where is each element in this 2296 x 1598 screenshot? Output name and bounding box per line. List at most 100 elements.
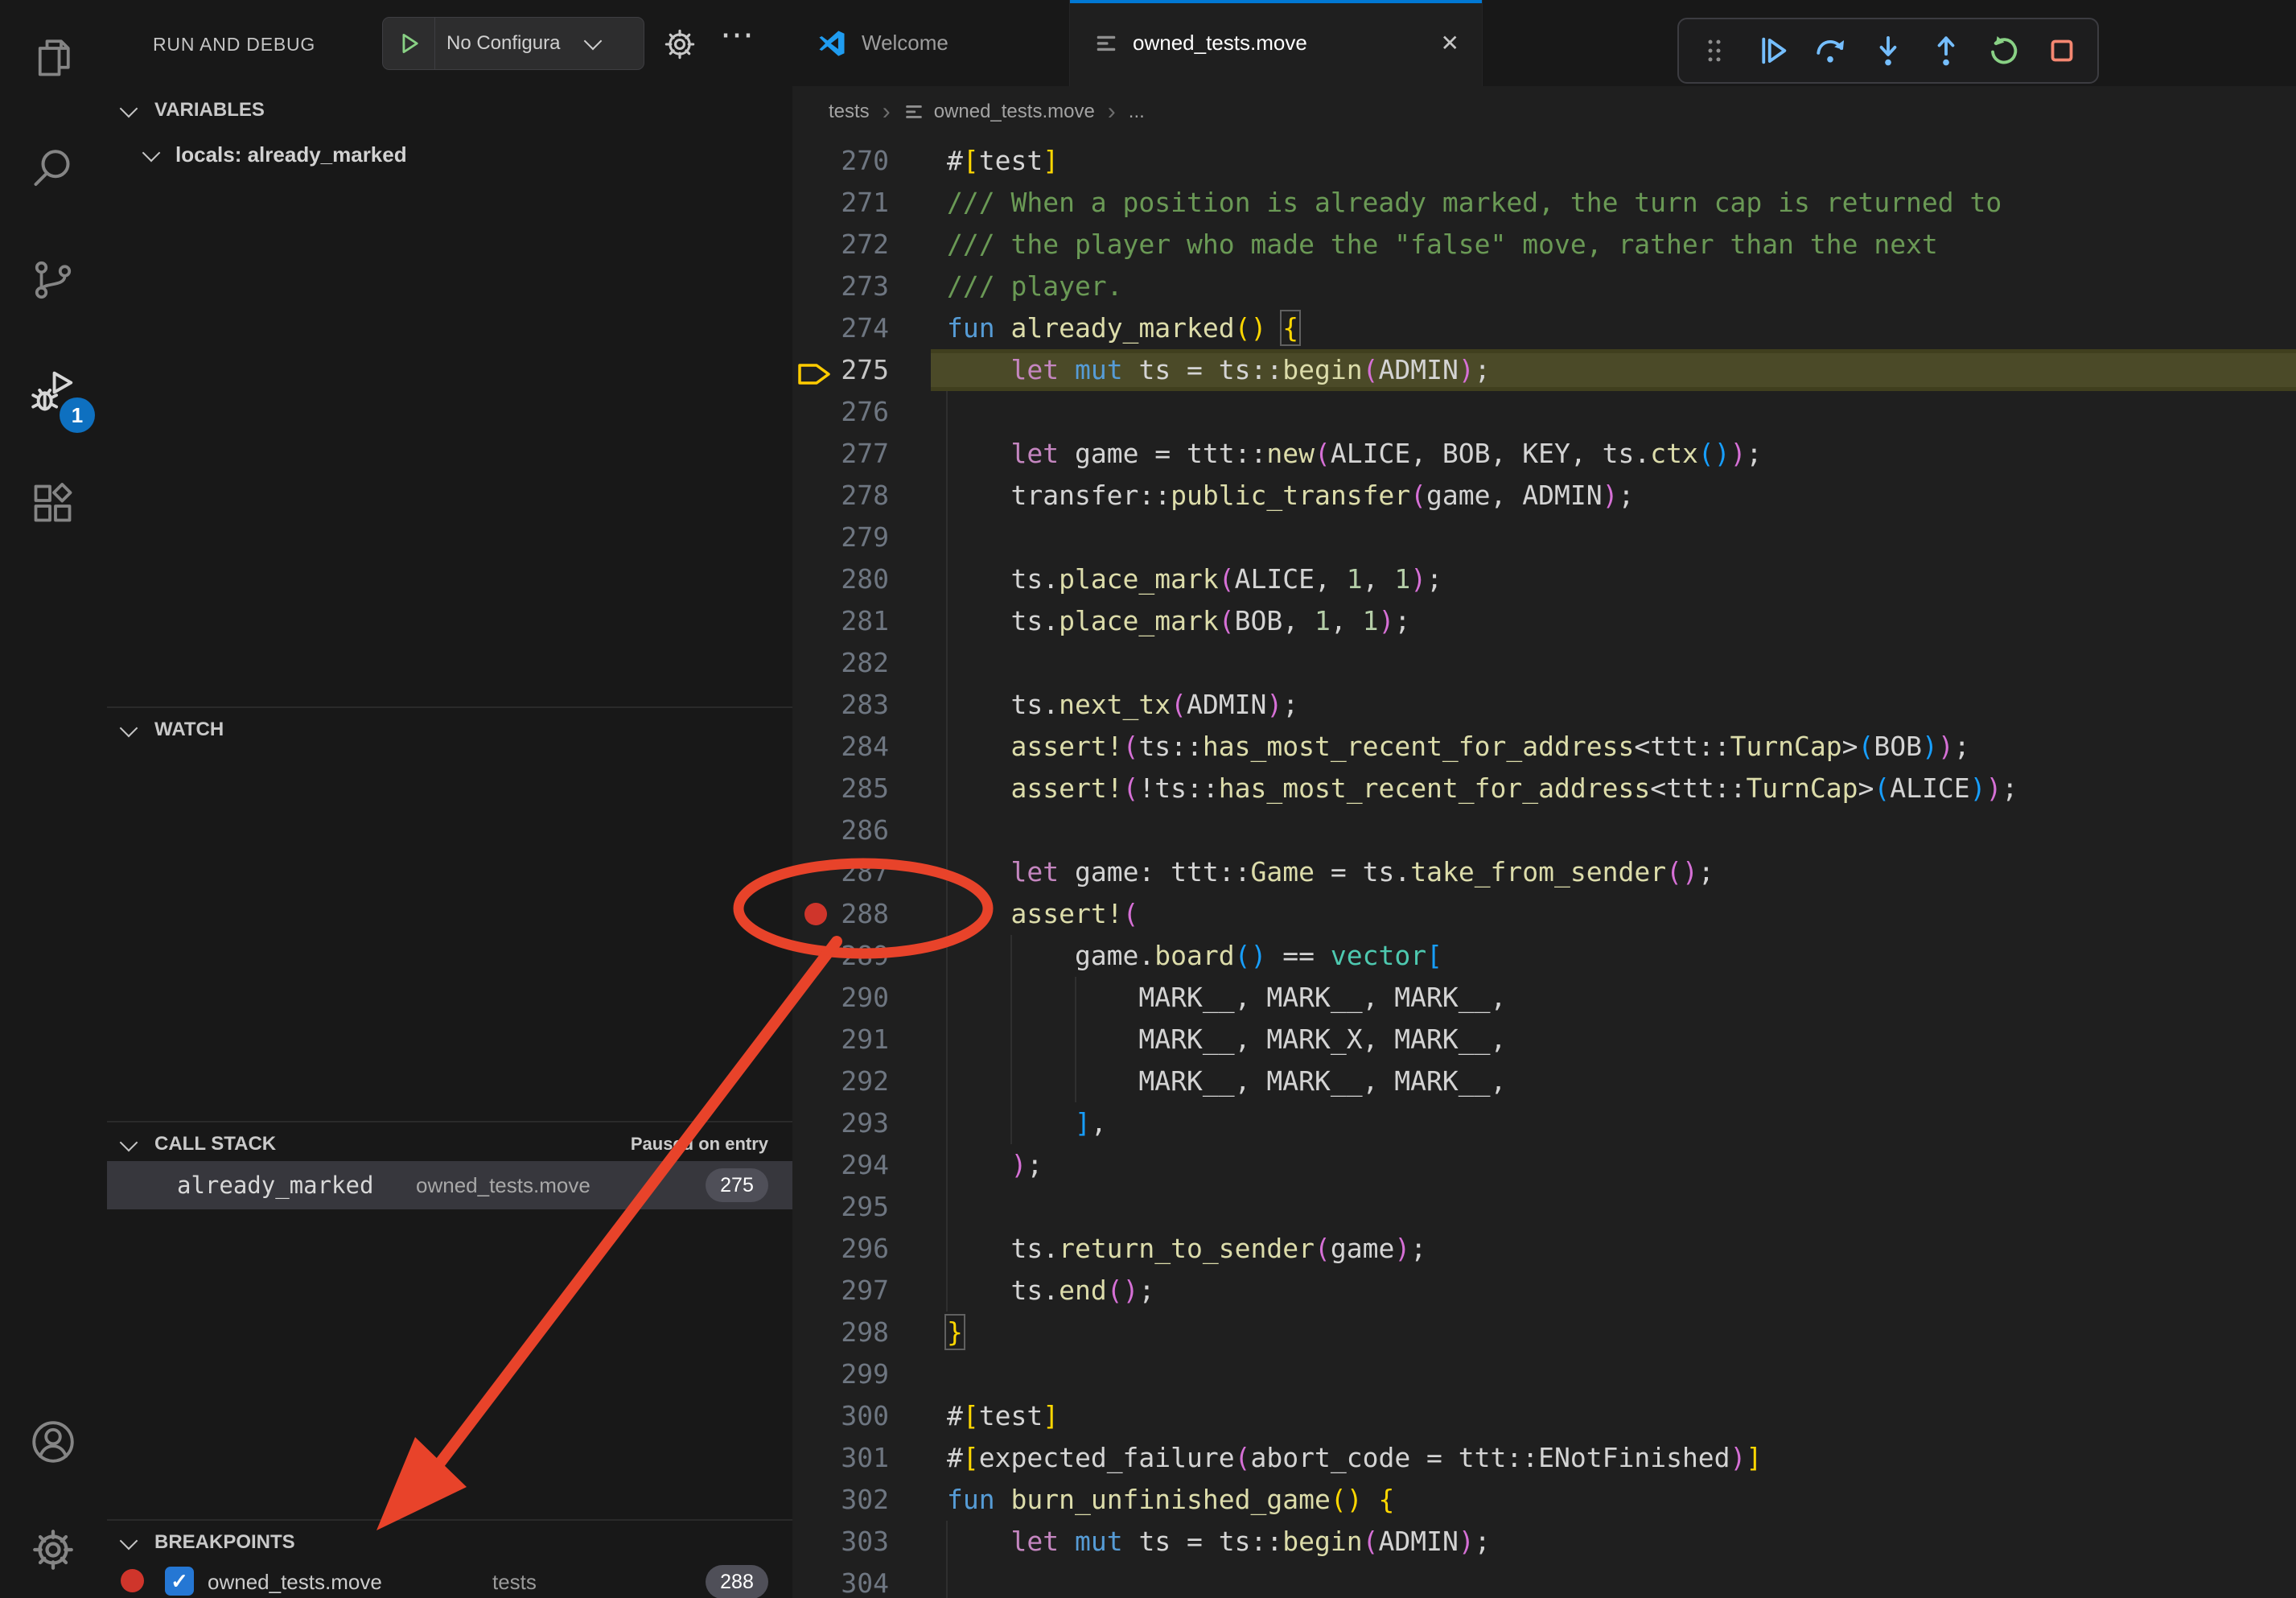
breakpoint-dot-icon[interactable] [804,903,827,925]
code-line-282[interactable]: 282 [792,642,2296,684]
continue-icon[interactable] [1747,26,1797,76]
debug-settings-gear-icon[interactable] [662,27,697,62]
line-number[interactable]: 282 [792,642,889,684]
code-line-283[interactable]: 283 ts.next_tx(ADMIN); [792,684,2296,726]
line-number[interactable]: 290 [792,977,889,1019]
code-line-274[interactable]: 274fun already_marked() { [792,307,2296,349]
line-number[interactable]: 291 [792,1019,889,1061]
line-number[interactable]: 280 [792,558,889,600]
code-line-275[interactable]: 275 let mut ts = ts::begin(ADMIN); [792,349,2296,391]
code-line-299[interactable]: 299 [792,1353,2296,1395]
code-line-295[interactable]: 295 [792,1186,2296,1228]
line-number[interactable]: 297 [792,1270,889,1312]
code-line-294[interactable]: 294 ); [792,1144,2296,1186]
code-line-290[interactable]: 290 MARK__, MARK__, MARK__, [792,977,2296,1019]
line-number[interactable]: 300 [792,1395,889,1437]
line-number[interactable]: 286 [792,809,889,851]
code-line-292[interactable]: 292 MARK__, MARK__, MARK__, [792,1061,2296,1102]
line-number[interactable]: 296 [792,1228,889,1270]
code-line-286[interactable]: 286 [792,809,2296,851]
tab-welcome[interactable]: Welcome [792,0,1070,86]
line-number[interactable]: 284 [792,726,889,768]
line-number[interactable]: 272 [792,224,889,266]
code-line-296[interactable]: 296 ts.return_to_sender(game); [792,1228,2296,1270]
line-number[interactable]: 304 [792,1563,889,1598]
code-line-279[interactable]: 279 [792,517,2296,558]
code-line-289[interactable]: 289 game.board() == vector[ [792,935,2296,977]
toolbar-drag-grip[interactable] [1689,26,1739,76]
account-icon[interactable] [0,1400,106,1484]
code-line-277[interactable]: 277 let game = ttt::new(ALICE, BOB, KEY,… [792,433,2296,475]
line-number[interactable]: 274 [792,307,889,349]
source-control-icon[interactable] [0,238,106,322]
step-over-icon[interactable] [1805,26,1855,76]
more-actions-icon[interactable]: ⋯ [720,14,754,54]
code-line-303[interactable]: 303 let mut ts = ts::begin(ADMIN); [792,1521,2296,1563]
breakpoints-section-header[interactable]: BREAKPOINTS [107,1522,792,1563]
line-number[interactable]: 283 [792,684,889,726]
code-line-285[interactable]: 285 assert!(!ts::has_most_recent_for_add… [792,768,2296,809]
code-line-270[interactable]: 270#[test] [792,140,2296,182]
line-number[interactable]: 276 [792,391,889,433]
code-line-272[interactable]: 272/// the player who made the "false" m… [792,224,2296,266]
start-debug-icon[interactable] [396,30,423,57]
code-line-280[interactable]: 280 ts.place_mark(ALICE, 1, 1); [792,558,2296,600]
step-out-icon[interactable] [1921,26,1971,76]
breakpoint-list-item[interactable]: ✓ owned_tests.move tests 288 [107,1559,792,1598]
line-number[interactable]: 289 [792,935,889,977]
line-number[interactable]: 299 [792,1353,889,1395]
code-line-300[interactable]: 300#[test] [792,1395,2296,1437]
watch-section-header[interactable]: WATCH [107,710,792,750]
code-line-293[interactable]: 293 ], [792,1102,2296,1144]
variables-scope-locals[interactable]: locals: already_marked [107,134,792,175]
line-number[interactable]: 293 [792,1102,889,1144]
search-icon[interactable] [0,127,106,211]
code-line-284[interactable]: 284 assert!(ts::has_most_recent_for_addr… [792,726,2296,768]
code-line-304[interactable]: 304 [792,1563,2296,1598]
code-line-302[interactable]: 302fun burn_unfinished_game() { [792,1479,2296,1521]
line-number[interactable]: 295 [792,1186,889,1228]
breakpoint-checkbox[interactable]: ✓ [165,1567,194,1596]
code-line-301[interactable]: 301#[expected_failure(abort_code = ttt::… [792,1437,2296,1479]
extensions-icon[interactable] [0,462,106,546]
line-number[interactable]: 278 [792,475,889,517]
line-number[interactable]: 302 [792,1479,889,1521]
call-stack-section-header[interactable]: CALL STACK Paused on entry [107,1124,792,1164]
step-into-icon[interactable] [1863,26,1913,76]
line-number[interactable]: 285 [792,768,889,809]
line-number[interactable]: 303 [792,1521,889,1563]
line-number[interactable]: 273 [792,266,889,307]
code-line-291[interactable]: 291 MARK__, MARK_X, MARK__, [792,1019,2296,1061]
restart-icon[interactable] [1979,26,2029,76]
close-icon[interactable]: ✕ [1441,30,1459,56]
call-stack-frame-row[interactable]: already_marked owned_tests.move 275 [107,1161,792,1209]
variables-section-header[interactable]: VARIABLES [107,90,792,130]
tab-owned-tests-move[interactable]: owned_tests.move ✕ [1070,0,1483,86]
code-line-298[interactable]: 298} [792,1312,2296,1353]
code-line-281[interactable]: 281 ts.place_mark(BOB, 1, 1); [792,600,2296,642]
line-number[interactable]: 281 [792,600,889,642]
line-number[interactable]: 271 [792,182,889,224]
breadcrumb-item[interactable]: ... [1129,101,1145,123]
run-and-debug-icon[interactable]: 1 [0,351,106,435]
code-line-287[interactable]: 287 let game: ttt::Game = ts.take_from_s… [792,851,2296,893]
launch-config-dropdown[interactable]: No Configura [382,17,644,70]
stop-icon[interactable] [2037,26,2087,76]
line-number[interactable]: 287 [792,851,889,893]
line-number[interactable]: 298 [792,1312,889,1353]
breadcrumb-item[interactable]: owned_tests.move [934,101,1095,123]
breadcrumb-item[interactable]: tests [829,101,870,123]
code-area[interactable]: 270#[test]271/// When a position is alre… [792,137,2296,1598]
line-number[interactable]: 279 [792,517,889,558]
line-number[interactable]: 270 [792,140,889,182]
code-line-276[interactable]: 276 [792,391,2296,433]
line-number[interactable]: 294 [792,1144,889,1186]
line-number[interactable]: 301 [792,1437,889,1479]
line-number[interactable]: 292 [792,1061,889,1102]
code-line-273[interactable]: 273/// player. [792,266,2296,307]
code-line-271[interactable]: 271/// When a position is already marked… [792,182,2296,224]
settings-gear-icon[interactable] [0,1508,106,1592]
explorer-icon[interactable] [0,14,106,98]
code-line-288[interactable]: 288 assert!( [792,893,2296,935]
code-line-278[interactable]: 278 transfer::public_transfer(game, ADMI… [792,475,2296,517]
